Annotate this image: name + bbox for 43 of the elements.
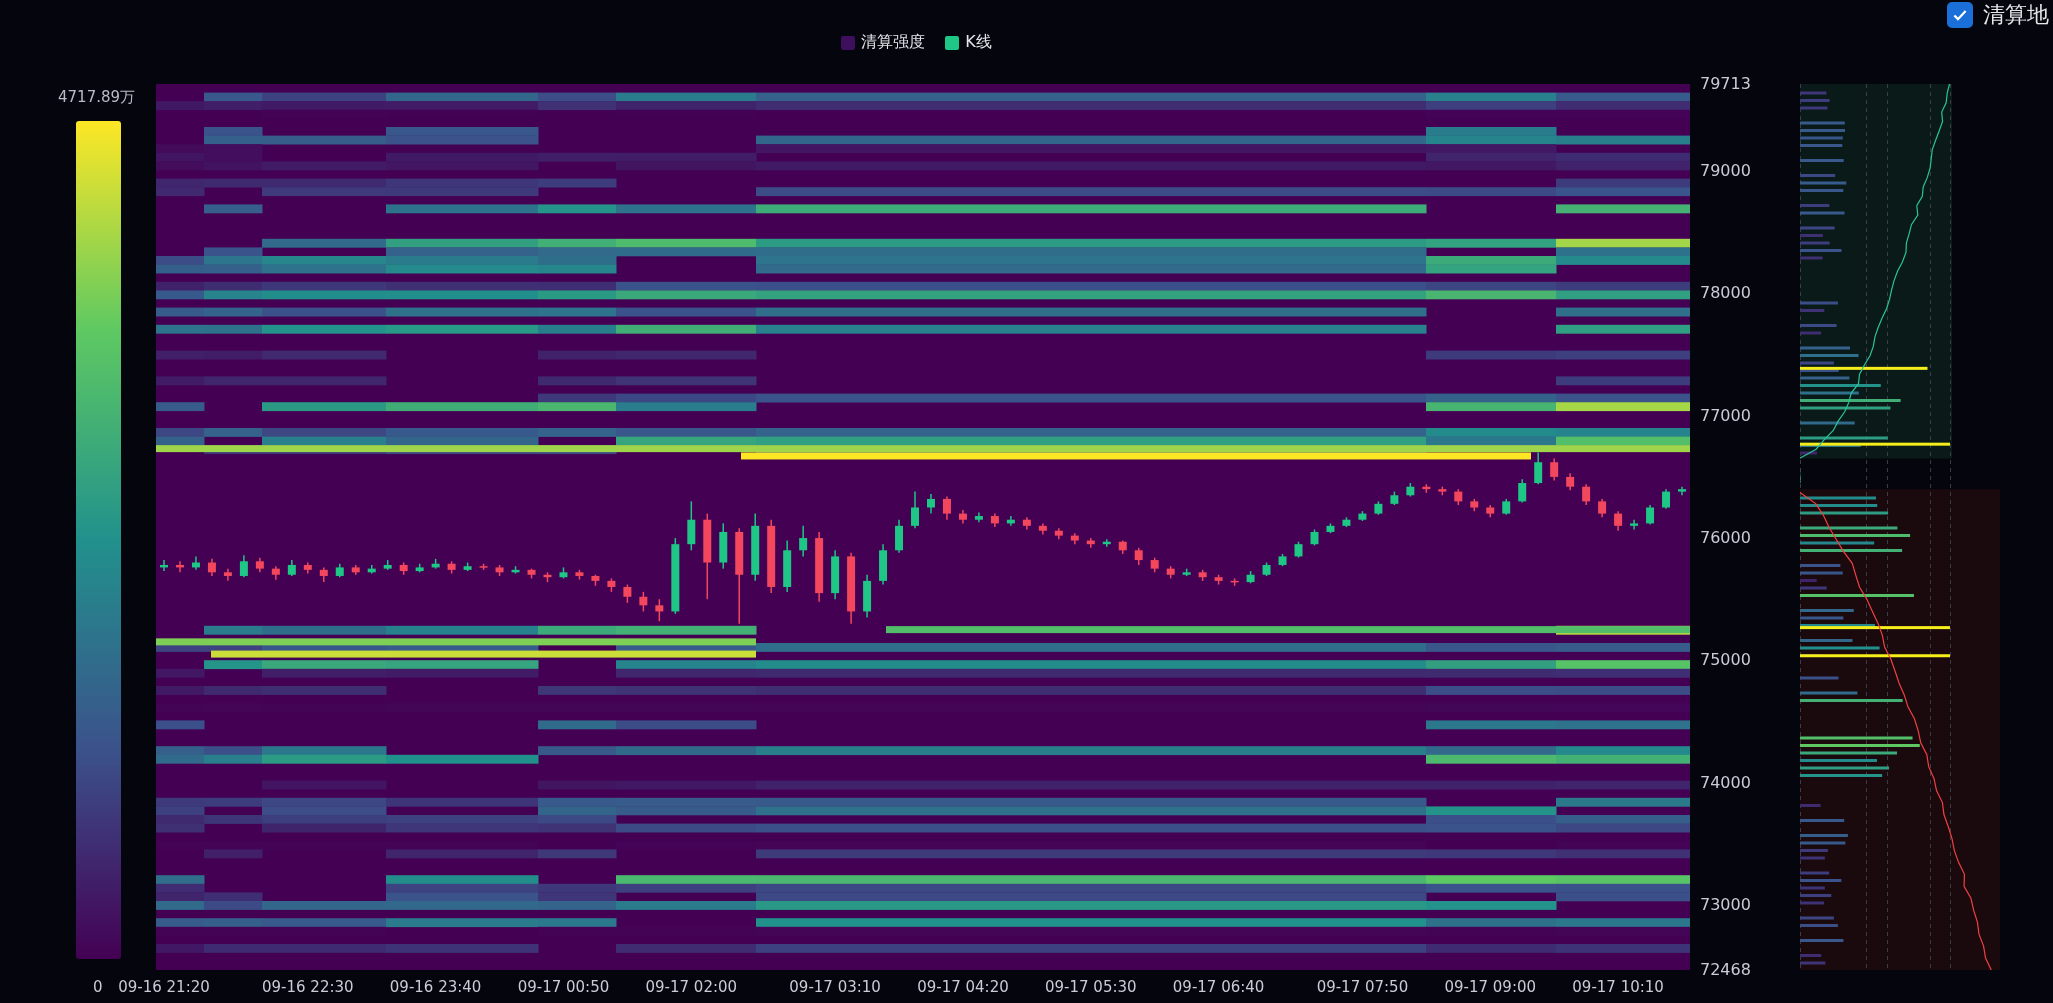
candlestick <box>655 598 664 622</box>
candlestick <box>623 583 632 604</box>
axis-label: 79713 <box>1700 74 1751 93</box>
axis-label: 09-17 07:50 <box>1315 978 1410 996</box>
candlestick <box>1550 457 1559 482</box>
axis-label: 09-17 00:50 <box>516 978 611 996</box>
candlestick <box>1518 478 1527 504</box>
axis-label: 76000 <box>1700 528 1751 548</box>
scale-max-label: 4717.89万 <box>58 88 136 107</box>
candlestick <box>239 554 248 578</box>
axis-label: 09-17 02:00 <box>644 978 739 996</box>
candlestick <box>1646 504 1655 526</box>
axis-label: 09-17 06:40 <box>1171 978 1266 996</box>
axis-label: 09-16 22:30 <box>261 978 355 996</box>
checkbox-label: 清算地 <box>1983 1 2049 29</box>
axis-label: 09-17 05:30 <box>1044 978 1138 996</box>
axis-label: 73000 <box>1700 894 1751 914</box>
candlestick <box>1534 451 1543 486</box>
axis-label: 09-16 23:40 <box>388 978 483 996</box>
axis-label: 79000 <box>1700 161 1751 181</box>
scale-min-label: 0 <box>93 978 103 996</box>
candlestick <box>799 525 808 558</box>
axis-label: 72468 <box>1700 960 1751 979</box>
candlestick <box>942 495 951 521</box>
candlestick <box>1630 518 1639 531</box>
candlestick <box>927 493 935 515</box>
candlestick <box>1614 510 1623 532</box>
legend-label: K线 <box>965 32 992 53</box>
axis-label: 75000 <box>1700 650 1751 670</box>
candlestick <box>1662 488 1671 510</box>
axis-label: 09-17 03:10 <box>788 978 882 996</box>
axis-label: 09-17 10:10 <box>1571 978 1665 996</box>
axis-label: 09-17 09:00 <box>1443 978 1538 996</box>
axis-label: 77000 <box>1700 405 1751 425</box>
candlestick <box>1598 498 1607 519</box>
axis-label: 74000 <box>1700 772 1751 792</box>
legend-label: 清算强度 <box>861 32 926 53</box>
candlestick <box>639 591 648 613</box>
candlestick <box>1582 483 1591 506</box>
checkbox[interactable] <box>1947 2 1973 28</box>
candlestick <box>911 490 920 530</box>
axis-label: 78000 <box>1700 283 1751 303</box>
axis-label: 09-17 04:20 <box>916 978 1010 996</box>
